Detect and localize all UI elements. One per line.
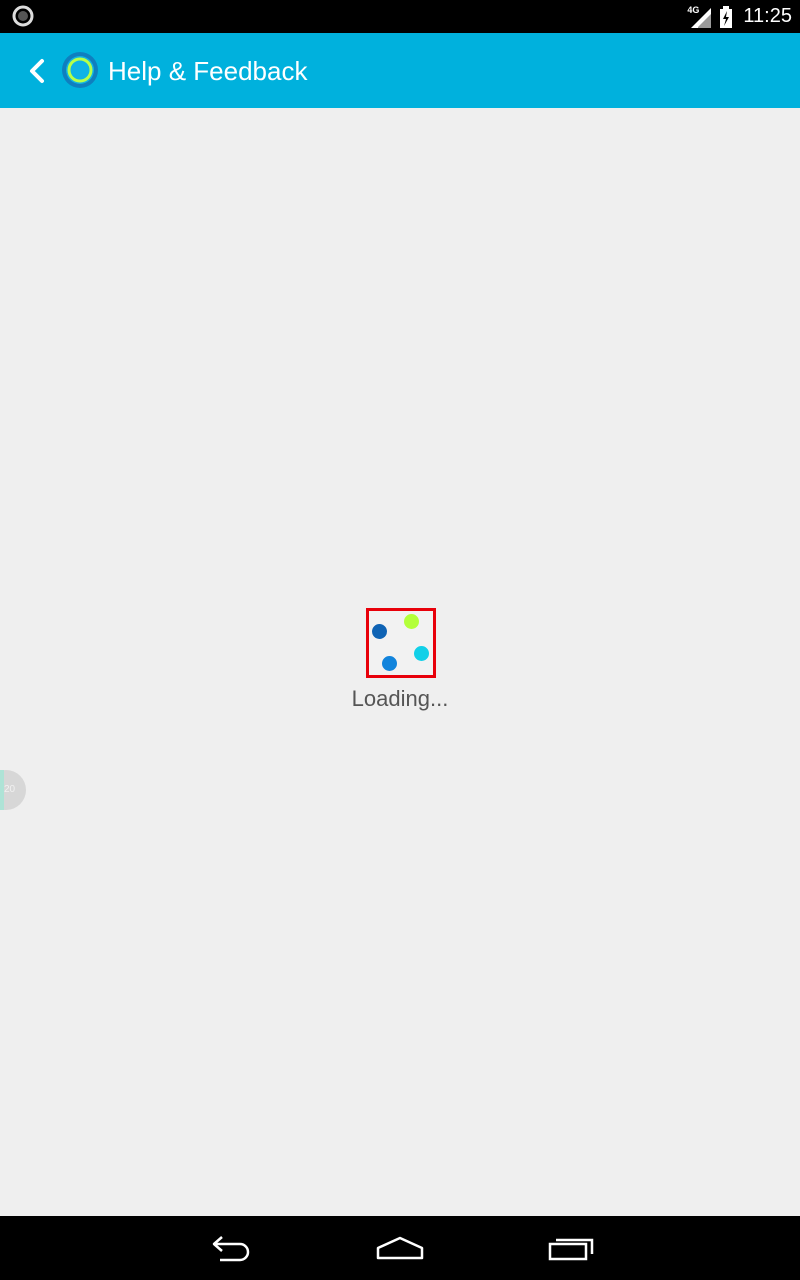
home-icon <box>376 1236 424 1260</box>
page-title: Help & Feedback <box>108 56 308 86</box>
spinner-dot <box>372 624 387 639</box>
content-area: Loading... 20 <box>0 108 800 1216</box>
nav-back-button[interactable] <box>200 1228 260 1268</box>
recent-apps-icon <box>548 1238 594 1261</box>
spinner-dot <box>404 614 419 629</box>
circle-status-icon <box>12 5 34 27</box>
navigation-bar <box>0 1216 800 1280</box>
network-type-label: 4G <box>687 4 700 15</box>
status-bar: 4G 11:25 <box>0 0 800 33</box>
side-handle-label: 20 <box>4 784 16 795</box>
spinner-dot <box>382 656 397 671</box>
back-button[interactable] <box>20 53 54 89</box>
loading-spinner <box>366 608 436 678</box>
app-logo-icon <box>62 52 98 88</box>
back-icon <box>212 1236 250 1262</box>
loading-text: Loading... <box>351 686 449 711</box>
battery-icon <box>720 5 733 28</box>
signal-icon: 4G <box>687 4 713 28</box>
back-arrow-icon <box>30 59 44 83</box>
status-icons: 4G 11:25 <box>687 0 792 33</box>
clock: 11:25 <box>743 5 792 27</box>
spinner-dot <box>414 646 429 661</box>
app-bar: Help & Feedback <box>0 33 800 108</box>
nav-home-button[interactable] <box>370 1228 430 1268</box>
nav-recent-apps-button[interactable] <box>540 1228 600 1268</box>
